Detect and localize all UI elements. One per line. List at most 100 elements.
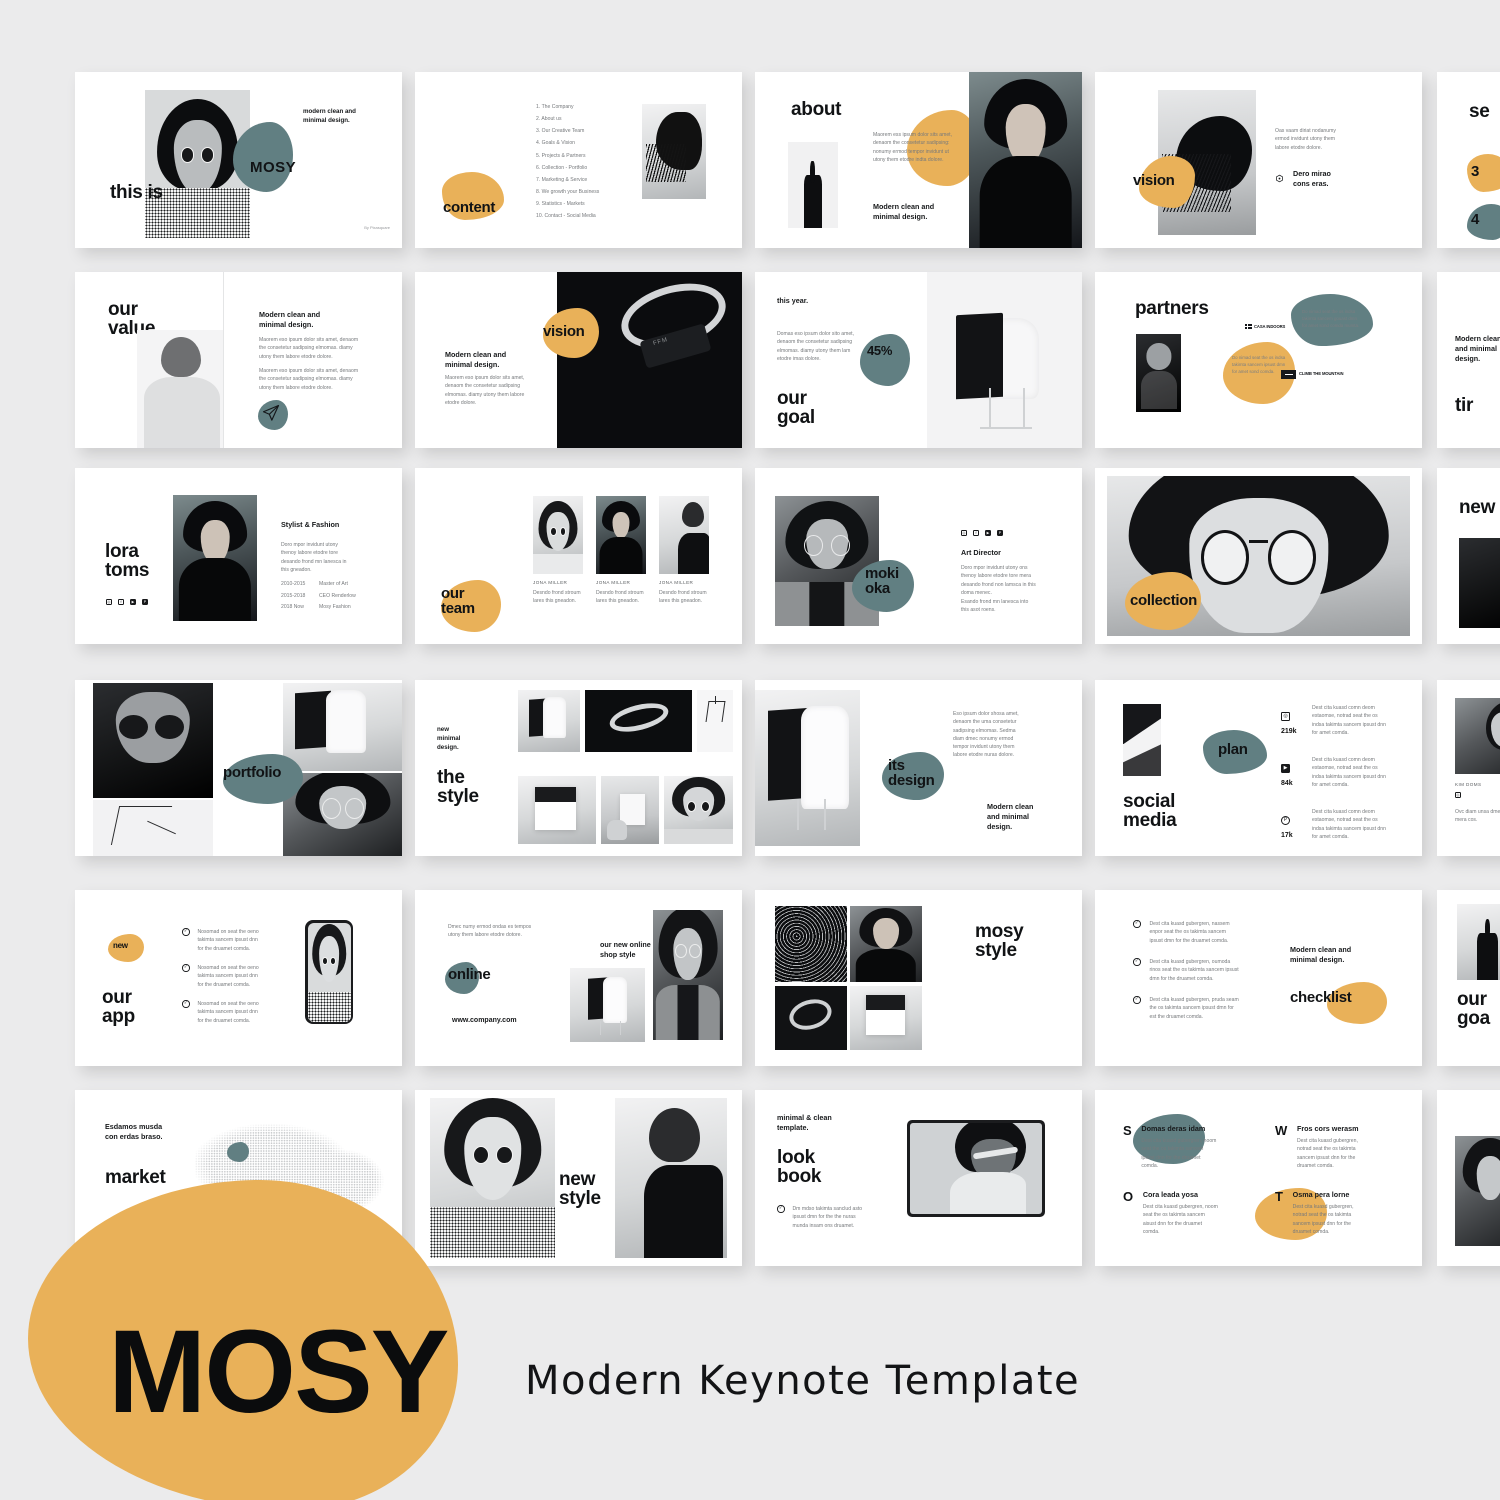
slide-portfolio[interactable]: portfolio	[75, 680, 402, 856]
slide-look-book[interactable]: minimal & clean template. look book ✓ Dm…	[755, 1090, 1082, 1266]
list-item: 2. About us	[536, 116, 562, 123]
youtube-icon[interactable]: ▶	[1281, 763, 1290, 773]
slide-our-value[interactable]: our value Modern clean and minimal desig…	[75, 272, 402, 448]
slide-about[interactable]: about Maorem ess ipsum dolor sits amet, …	[755, 72, 1082, 248]
our-value-photo	[137, 330, 223, 448]
our-team-title: our team	[441, 585, 475, 618]
team-name: JONA MILLER	[659, 580, 694, 585]
facebook-icon[interactable]: f	[118, 599, 124, 605]
slide-kim-peek[interactable]: KIM DOMS ◎ Ovc diam unsa dmec eimo dm me…	[1437, 680, 1500, 856]
phone-mockup	[305, 920, 353, 1024]
slide-our-team[interactable]: our team JONA MILLER Desndo frond stroum…	[415, 468, 742, 644]
list-item: 1. The Company	[536, 104, 574, 110]
online-url[interactable]: www.company.com	[452, 1016, 517, 1026]
partner-logo-casa-indoors: CASA INDOORS	[1245, 324, 1285, 331]
slide-services-peek[interactable]: se 3 4	[1437, 72, 1500, 248]
facebook-icon[interactable]: f	[973, 530, 979, 536]
pinterest-icon[interactable]: P	[997, 530, 1003, 536]
swot-desc: Dest cita kuasd gubergren, notrad seat t…	[1292, 1204, 1354, 1235]
slide-our-app[interactable]: new our app ✓ Nosomad on seat the oeno t…	[75, 890, 402, 1066]
online-heading: our new online shop style	[600, 940, 651, 960]
checklist-title: checklist	[1290, 989, 1352, 1006]
slide-cover[interactable]: this is MOSY modern clean and minimal de…	[75, 72, 402, 248]
youtube-icon[interactable]: ▶	[130, 599, 136, 605]
online-portrait	[653, 910, 723, 1040]
divider	[223, 272, 224, 448]
team-desc: Desndo frond stroum lares this gneadon.	[659, 590, 707, 605]
list-item: 9. Statistics - Markets	[536, 201, 585, 208]
instagram-icon[interactable]: ◎	[961, 530, 967, 536]
pinterest-icon[interactable]: P	[1281, 815, 1290, 825]
swot-heading: Fros cors werasm	[1296, 1124, 1359, 1133]
slide-content[interactable]: content 1. The Company 2. About us 3. Ou…	[415, 72, 742, 248]
slide-partners[interactable]: partners Do nimad seat the os indsa taki…	[1095, 272, 1422, 448]
new-style-photo-1	[430, 1098, 555, 1258]
slide-its-design[interactable]: Eso ipsum dolor shosa amet, denaom the u…	[755, 680, 1082, 856]
slide-social-media[interactable]: plan social media ◎ 219k Dest cita kuasd…	[1095, 680, 1422, 856]
slide-the-style[interactable]: new minimal design. the style	[415, 680, 742, 856]
goal-peek-title: our goa	[1457, 989, 1490, 1030]
look-book-title: look book	[777, 1147, 822, 1188]
vision-dark-title: vision	[543, 323, 585, 340]
slide-our-goal[interactable]: this year. Domas eso ipsum dolor sito am…	[755, 272, 1082, 448]
slide-new-peek[interactable]: new	[1437, 468, 1500, 644]
moki-title: moki oka	[865, 565, 899, 598]
poster-canvas: this is MOSY modern clean and minimal de…	[0, 0, 1500, 1500]
slide-new-style[interactable]: new style	[415, 1090, 742, 1266]
instagram-icon[interactable]: ◎	[1281, 711, 1290, 721]
instagram-icon[interactable]: ◎	[106, 599, 112, 605]
slide-mosy-style[interactable]: mosy style	[755, 890, 1082, 1066]
bar-icon	[1281, 370, 1296, 379]
brand-name: MOSY	[108, 1306, 449, 1438]
online-title: online	[448, 966, 491, 983]
paper-plane-icon	[261, 403, 281, 428]
team-name: JONA MILLER	[533, 580, 568, 585]
slide-moki-oka[interactable]: moki oka ◎ f ▶ P Art Director Doro mpor …	[755, 468, 1082, 644]
instagram-icon[interactable]: ◎	[1455, 792, 1461, 798]
about-hand-photo	[788, 142, 838, 228]
partners-teal-text: Do nimad seat the os indsa takimta sance…	[1302, 309, 1360, 329]
vision-highlight: Dero mirao cons eras.	[1293, 169, 1331, 189]
mosy-style-photo-3	[775, 986, 847, 1050]
our-value-heading: Modern clean and minimal design.	[259, 310, 321, 330]
slide-time-peek[interactable]: Modern clean and minimal design. tir	[1437, 272, 1500, 448]
list-item: 6. Collection - Portfolio	[536, 164, 588, 171]
list-item: 3. Our Creative Team	[536, 128, 585, 135]
partners-title: partners	[1135, 298, 1209, 319]
swot-cell: W Fros cors werasm Dest cita kuasd guber…	[1275, 1124, 1373, 1170]
slide-checklist[interactable]: ✓ Dest cita kuasd gubergren, nassem enpo…	[1095, 890, 1422, 1066]
swot-heading: Domas deras idam	[1141, 1124, 1206, 1133]
youtube-icon[interactable]: ▶	[985, 530, 991, 536]
slide-online[interactable]: Dmec numy ermod ondas es tempos utony th…	[415, 890, 742, 1066]
style-photo-1	[518, 690, 580, 752]
our-goal-title: our goal	[777, 388, 815, 429]
moki-socials[interactable]: ◎ f ▶ P	[961, 530, 1006, 536]
its-design-photo	[755, 690, 860, 846]
slide-swot[interactable]: S Domas deras idam Dest cita kuasd guber…	[1095, 1090, 1422, 1266]
mosy-style-photo-1	[775, 906, 847, 982]
lora-socials[interactable]: ◎ f ▶ P	[106, 599, 151, 605]
new-peek-title: new	[1459, 497, 1496, 518]
slide-collection[interactable]: collection	[1095, 468, 1422, 644]
look-book-kicker: minimal & clean template.	[777, 1113, 832, 1133]
kim-name: KIM DOMS	[1455, 782, 1482, 787]
slide-lora-toms[interactable]: lora toms ◎ f ▶ P Stylist & Fashion Doro…	[75, 468, 402, 644]
its-design-body: Eso ipsum dolor shosa amet, denaom the u…	[953, 711, 1019, 759]
swot-desc: Dest cita kuasd gubergren, notrad seat t…	[1296, 1138, 1358, 1169]
time-peek-title: tir	[1455, 395, 1474, 416]
our-goal-kicker: this year.	[777, 296, 809, 305]
vision-dark-photo: FFM	[557, 272, 742, 448]
market-teal-blob	[227, 1142, 249, 1162]
check-circle-icon: ✓	[1133, 958, 1141, 966]
list-item: 7. Marketing & Service	[536, 176, 588, 183]
slide-vision-dark[interactable]: Modern clean and minimal design. Maorem …	[415, 272, 742, 448]
swot-desc: Dest cita kuasd gubergren, noom seat the…	[1142, 1204, 1218, 1235]
pinterest-icon[interactable]: P	[142, 599, 148, 605]
social-photo	[1123, 704, 1161, 776]
slide-peek-bottom-right[interactable]	[1437, 1090, 1500, 1266]
slide-our-goal-peek[interactable]: our goa	[1437, 890, 1500, 1066]
partners-photo	[1136, 334, 1181, 412]
social-channel-row: ◎ 219k Dest cita kuasd comn deom estaoms…	[1281, 704, 1386, 737]
slide-vision[interactable]: vision Oas vaam diriat nodanumy ermod in…	[1095, 72, 1422, 248]
style-photo-6	[664, 776, 733, 844]
